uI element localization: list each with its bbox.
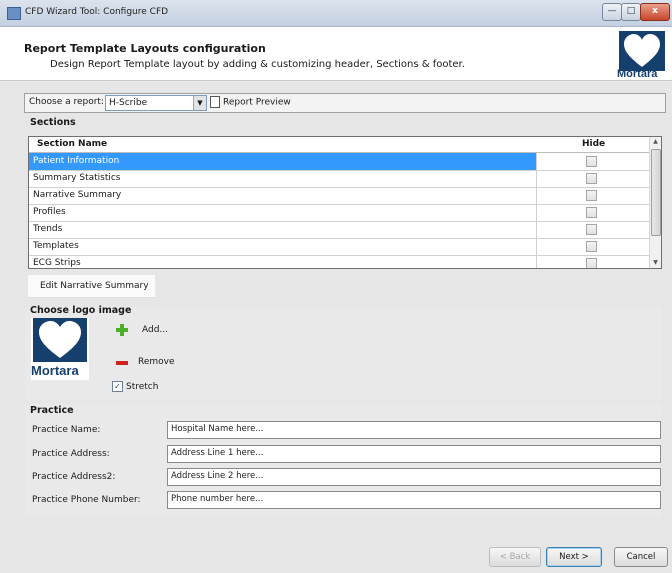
hide-checkbox[interactable] bbox=[586, 207, 597, 218]
section-name-cell: ECG Strips bbox=[33, 258, 81, 268]
practice-name-field[interactable] bbox=[167, 421, 661, 439]
hide-checkbox[interactable] bbox=[586, 173, 597, 184]
scroll-up-icon[interactable]: ▲ bbox=[650, 137, 661, 147]
minimize-button[interactable]: — bbox=[602, 3, 622, 21]
vertical-scrollbar[interactable]: ▲ ▼ bbox=[649, 137, 661, 268]
wizard-header: Report Template Layouts configuration De… bbox=[0, 27, 672, 81]
mortara-heart-icon bbox=[33, 318, 87, 362]
report-preview-label: Report Preview bbox=[223, 97, 291, 108]
page-title: Report Template Layouts configuration bbox=[24, 42, 266, 55]
hide-checkbox[interactable] bbox=[586, 258, 597, 268]
window-title: CFD Wizard Tool: Configure CFD bbox=[25, 7, 169, 17]
section-name-cell: Trends bbox=[33, 224, 63, 234]
stretch-label: Stretch bbox=[126, 382, 159, 392]
practice-phone-field[interactable] bbox=[167, 491, 661, 509]
section-name-cell: Profiles bbox=[33, 207, 66, 217]
hide-checkbox[interactable] bbox=[586, 224, 597, 235]
wizard-window: CFD Wizard Tool: Configure CFD — □ x Rep… bbox=[0, 0, 672, 573]
edit-narrative-summary-label: Edit Narrative Summary bbox=[40, 281, 149, 291]
scroll-down-icon[interactable]: ▼ bbox=[650, 258, 661, 268]
remove-icon[interactable] bbox=[116, 361, 128, 365]
practice-address-label: Practice Address: bbox=[32, 449, 110, 459]
table-row[interactable]: Templates bbox=[29, 238, 649, 256]
table-row[interactable]: Patient Information bbox=[29, 153, 649, 171]
practice-address-field[interactable] bbox=[167, 445, 661, 463]
hide-checkbox[interactable] bbox=[586, 190, 597, 201]
edit-narrative-summary-button[interactable]: Edit Narrative Summary bbox=[28, 275, 155, 298]
practice-name-label: Practice Name: bbox=[32, 425, 101, 435]
add-logo-button[interactable]: Add... bbox=[142, 325, 168, 335]
sections-heading: Sections bbox=[30, 117, 76, 128]
table-row[interactable]: Narrative Summary bbox=[29, 187, 649, 205]
practice-phone-input[interactable] bbox=[168, 492, 654, 506]
hide-checkbox[interactable] bbox=[586, 156, 597, 167]
maximize-button[interactable]: □ bbox=[621, 3, 641, 21]
scrollbar-thumb[interactable] bbox=[651, 149, 661, 236]
section-name-cell: Templates bbox=[33, 241, 79, 251]
table-header: Section Name Hide bbox=[29, 137, 649, 153]
section-name-cell: Patient Information bbox=[33, 156, 120, 166]
practice-heading: Practice bbox=[30, 405, 74, 416]
practice-name-input[interactable] bbox=[168, 422, 654, 436]
stretch-checkbox[interactable]: ✓ bbox=[112, 381, 123, 392]
sections-table: Section Name Hide Patient Information Su… bbox=[28, 136, 662, 269]
report-select[interactable]: H-Scribe ▼ bbox=[105, 95, 207, 111]
header-brand-logo: Mortara bbox=[617, 68, 658, 80]
add-icon[interactable] bbox=[116, 324, 128, 336]
next-button[interactable]: Next > bbox=[546, 547, 602, 567]
practice-address2-input[interactable] bbox=[168, 469, 654, 483]
dropdown-arrow-icon[interactable]: ▼ bbox=[193, 96, 206, 110]
table-row[interactable]: ECG Strips bbox=[29, 255, 649, 268]
table-row[interactable]: Profiles bbox=[29, 204, 649, 222]
report-select-value: H-Scribe bbox=[109, 98, 148, 108]
choose-report-label: Choose a report: bbox=[29, 97, 104, 107]
hide-checkbox[interactable] bbox=[586, 241, 597, 252]
column-hide: Hide bbox=[582, 139, 606, 149]
logo-preview: Mortara bbox=[31, 318, 89, 380]
app-icon bbox=[7, 7, 21, 20]
section-name-cell: Summary Statistics bbox=[33, 173, 121, 183]
logo-heading: Choose logo image bbox=[30, 305, 132, 316]
cancel-button[interactable]: Cancel bbox=[614, 547, 668, 567]
practice-phone-label: Practice Phone Number: bbox=[32, 495, 141, 505]
practice-address2-field[interactable] bbox=[167, 468, 661, 486]
table-row[interactable]: Trends bbox=[29, 221, 649, 239]
practice-address2-label: Practice Address2: bbox=[32, 472, 116, 482]
report-preview-button[interactable]: Report Preview bbox=[210, 96, 291, 108]
section-name-cell: Narrative Summary bbox=[33, 190, 122, 200]
report-toolbar: Choose a report: H-Scribe ▼ Report Previ… bbox=[24, 93, 666, 113]
document-preview-icon bbox=[210, 96, 220, 108]
practice-address-input[interactable] bbox=[168, 446, 654, 460]
page-subtitle: Design Report Template layout by adding … bbox=[50, 59, 465, 70]
close-button[interactable]: x bbox=[640, 3, 670, 21]
logo-preview-brand: Mortara bbox=[31, 363, 79, 378]
column-section-name: Section Name bbox=[37, 139, 108, 149]
table-row[interactable]: Summary Statistics bbox=[29, 170, 649, 188]
back-button[interactable]: < Back bbox=[489, 547, 541, 567]
mortara-heart-icon bbox=[619, 31, 665, 71]
remove-logo-button[interactable]: Remove bbox=[138, 357, 175, 367]
title-bar: CFD Wizard Tool: Configure CFD — □ x bbox=[0, 0, 672, 27]
